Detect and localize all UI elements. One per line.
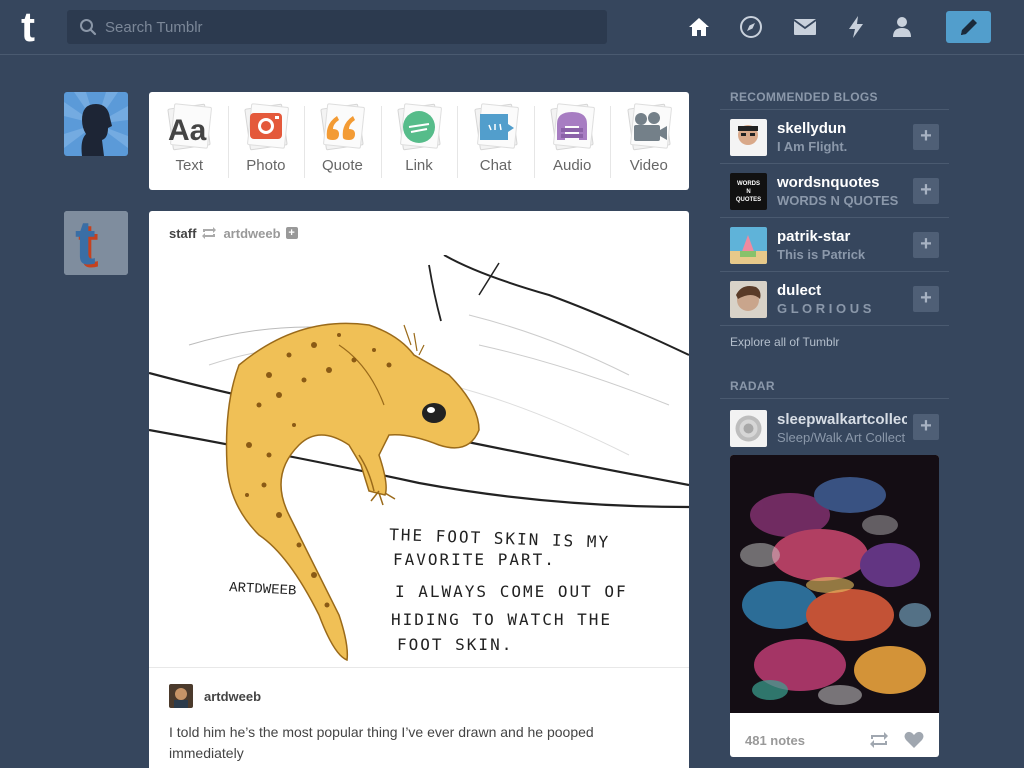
explore-link[interactable]: Explore all of Tumblr — [730, 335, 839, 349]
video-post-icon — [624, 102, 674, 152]
artwork-text-line: FOOT SKIN. — [397, 635, 513, 654]
source-blog-name[interactable]: artdweeb — [204, 689, 261, 704]
blog-subtitle: I Am Flight. — [777, 139, 848, 154]
blog-subtitle: G L O R I O U S — [777, 301, 872, 316]
blog-name[interactable]: dulect — [777, 282, 821, 299]
staff-avatar[interactable]: t t — [64, 211, 128, 275]
gecko-artwork: ARTDWEEB THE FOOT SKIN IS MY FAVORITE PA… — [149, 255, 689, 667]
post-type-label: Video — [629, 157, 668, 174]
follow-plus-icon[interactable]: + — [285, 227, 298, 239]
recommended-blog[interactable]: skellydun I Am Flight. + — [720, 110, 949, 164]
post-footer: artdweeb I told him he’s the most popula… — [149, 667, 689, 768]
top-nav: t — [0, 0, 1024, 55]
post-type-link[interactable]: Link — [380, 92, 458, 190]
follow-plus-icon[interactable]: + — [913, 178, 939, 204]
post-type-bar: Aa Text Photo Quote Link Chat Audio Vide… — [149, 92, 689, 190]
blog-avatar[interactable]: WORDS N QUOTES — [730, 173, 767, 210]
blog-subtitle: Sleep/Walk Art Collect — [777, 430, 906, 445]
notes-count[interactable]: 481 notes — [745, 733, 868, 748]
source-attribution: artdweeb — [149, 668, 689, 708]
artwork-text-line: FAVORITE PART. — [393, 550, 556, 569]
recommended-blog[interactable]: WORDS N QUOTES wordsnquotes WORDS N QUOT… — [720, 164, 949, 218]
svg-text:t: t — [75, 211, 96, 275]
reblog-icon[interactable] — [868, 731, 890, 749]
pencil-icon — [960, 19, 977, 35]
post-type-video[interactable]: Video — [610, 92, 687, 190]
artwork-text-line: HIDING TO WATCH THE — [391, 610, 612, 629]
post-caption: I told him he’s the most popular thing I… — [169, 724, 594, 761]
blog-name[interactable]: wordsnquotes — [777, 174, 880, 191]
recommended-blog[interactable]: dulect G L O R I O U S + — [720, 272, 949, 326]
post-type-label: Quote — [322, 157, 363, 174]
post-type-quote[interactable]: Quote — [304, 92, 381, 190]
divider — [720, 398, 949, 399]
post-type-audio[interactable]: Audio — [533, 92, 611, 190]
quote-post-icon — [317, 102, 367, 152]
post-type-label: Audio — [552, 157, 592, 174]
heart-icon[interactable] — [904, 731, 924, 749]
blog-avatar[interactable] — [730, 227, 767, 264]
dashboard-post: staff artdweeb + ARTDWEEB THE FOOT SKIN … — [149, 211, 689, 768]
follow-plus-icon[interactable]: + — [913, 414, 939, 440]
reblog-source[interactable]: artdweeb — [223, 226, 280, 241]
post-type-label: Text — [175, 157, 204, 174]
radar-post-footer: 481 notes — [730, 718, 939, 757]
radar-artwork — [730, 455, 939, 713]
user-avatar[interactable] — [64, 92, 128, 156]
activity-icon[interactable] — [843, 14, 869, 40]
search-input[interactable] — [105, 18, 585, 36]
post-type-chat[interactable]: Chat — [457, 92, 534, 190]
post-author[interactable]: staff — [169, 226, 196, 241]
post-type-photo[interactable]: Photo — [227, 92, 305, 190]
recommended-blog[interactable]: patrik-star This is Patrick + — [720, 218, 949, 272]
post-type-label: Chat — [479, 157, 512, 174]
blog-avatar[interactable] — [730, 281, 767, 318]
recommended-blogs-title: RECOMMENDED BLOGS — [730, 90, 878, 104]
blog-name[interactable]: skellydun — [777, 120, 846, 137]
blog-name[interactable]: patrik-star — [777, 228, 850, 245]
search-bar[interactable] — [67, 10, 607, 44]
radar-blog[interactable]: sleepwalkartcollect Sleep/Walk Art Colle… — [720, 402, 949, 452]
avatar-text: WORDS N QUOTES — [735, 180, 762, 203]
post-type-label: Photo — [246, 157, 286, 174]
blog-subtitle: This is Patrick — [777, 247, 866, 262]
follow-plus-icon[interactable]: + — [913, 232, 939, 258]
follow-plus-icon[interactable]: + — [913, 124, 939, 150]
tumblr-logo-icon[interactable]: t — [18, 3, 52, 50]
account-icon[interactable] — [889, 14, 915, 40]
link-post-icon — [394, 102, 444, 152]
svg-text:t: t — [21, 8, 35, 48]
inbox-icon[interactable] — [792, 14, 818, 40]
home-icon[interactable] — [686, 14, 712, 40]
explore-icon[interactable] — [738, 14, 764, 40]
chat-post-icon — [471, 102, 521, 152]
radar-title: RADAR — [730, 379, 775, 393]
artwork-text-line: I ALWAYS COME OUT OF — [395, 582, 628, 601]
blog-avatar[interactable] — [730, 410, 767, 447]
search-icon — [80, 19, 97, 36]
reblog-icon — [202, 227, 217, 239]
svg-text:Aa: Aa — [168, 114, 207, 147]
post-type-text[interactable]: Aa Text — [151, 92, 228, 190]
source-avatar[interactable] — [169, 684, 193, 708]
follow-plus-icon[interactable]: + — [913, 286, 939, 312]
blog-avatar[interactable] — [730, 119, 767, 156]
compose-button[interactable] — [946, 11, 991, 43]
post-type-label: Link — [405, 157, 433, 174]
post-header: staff artdweeb + — [149, 211, 689, 255]
blog-subtitle: WORDS N QUOTES — [777, 193, 899, 208]
text-post-icon: Aa — [164, 102, 214, 152]
blog-name[interactable]: sleepwalkartcollect — [777, 411, 907, 428]
photo-post-icon — [241, 102, 291, 152]
radar-post[interactable]: 481 notes — [730, 455, 939, 757]
audio-post-icon — [547, 102, 597, 152]
